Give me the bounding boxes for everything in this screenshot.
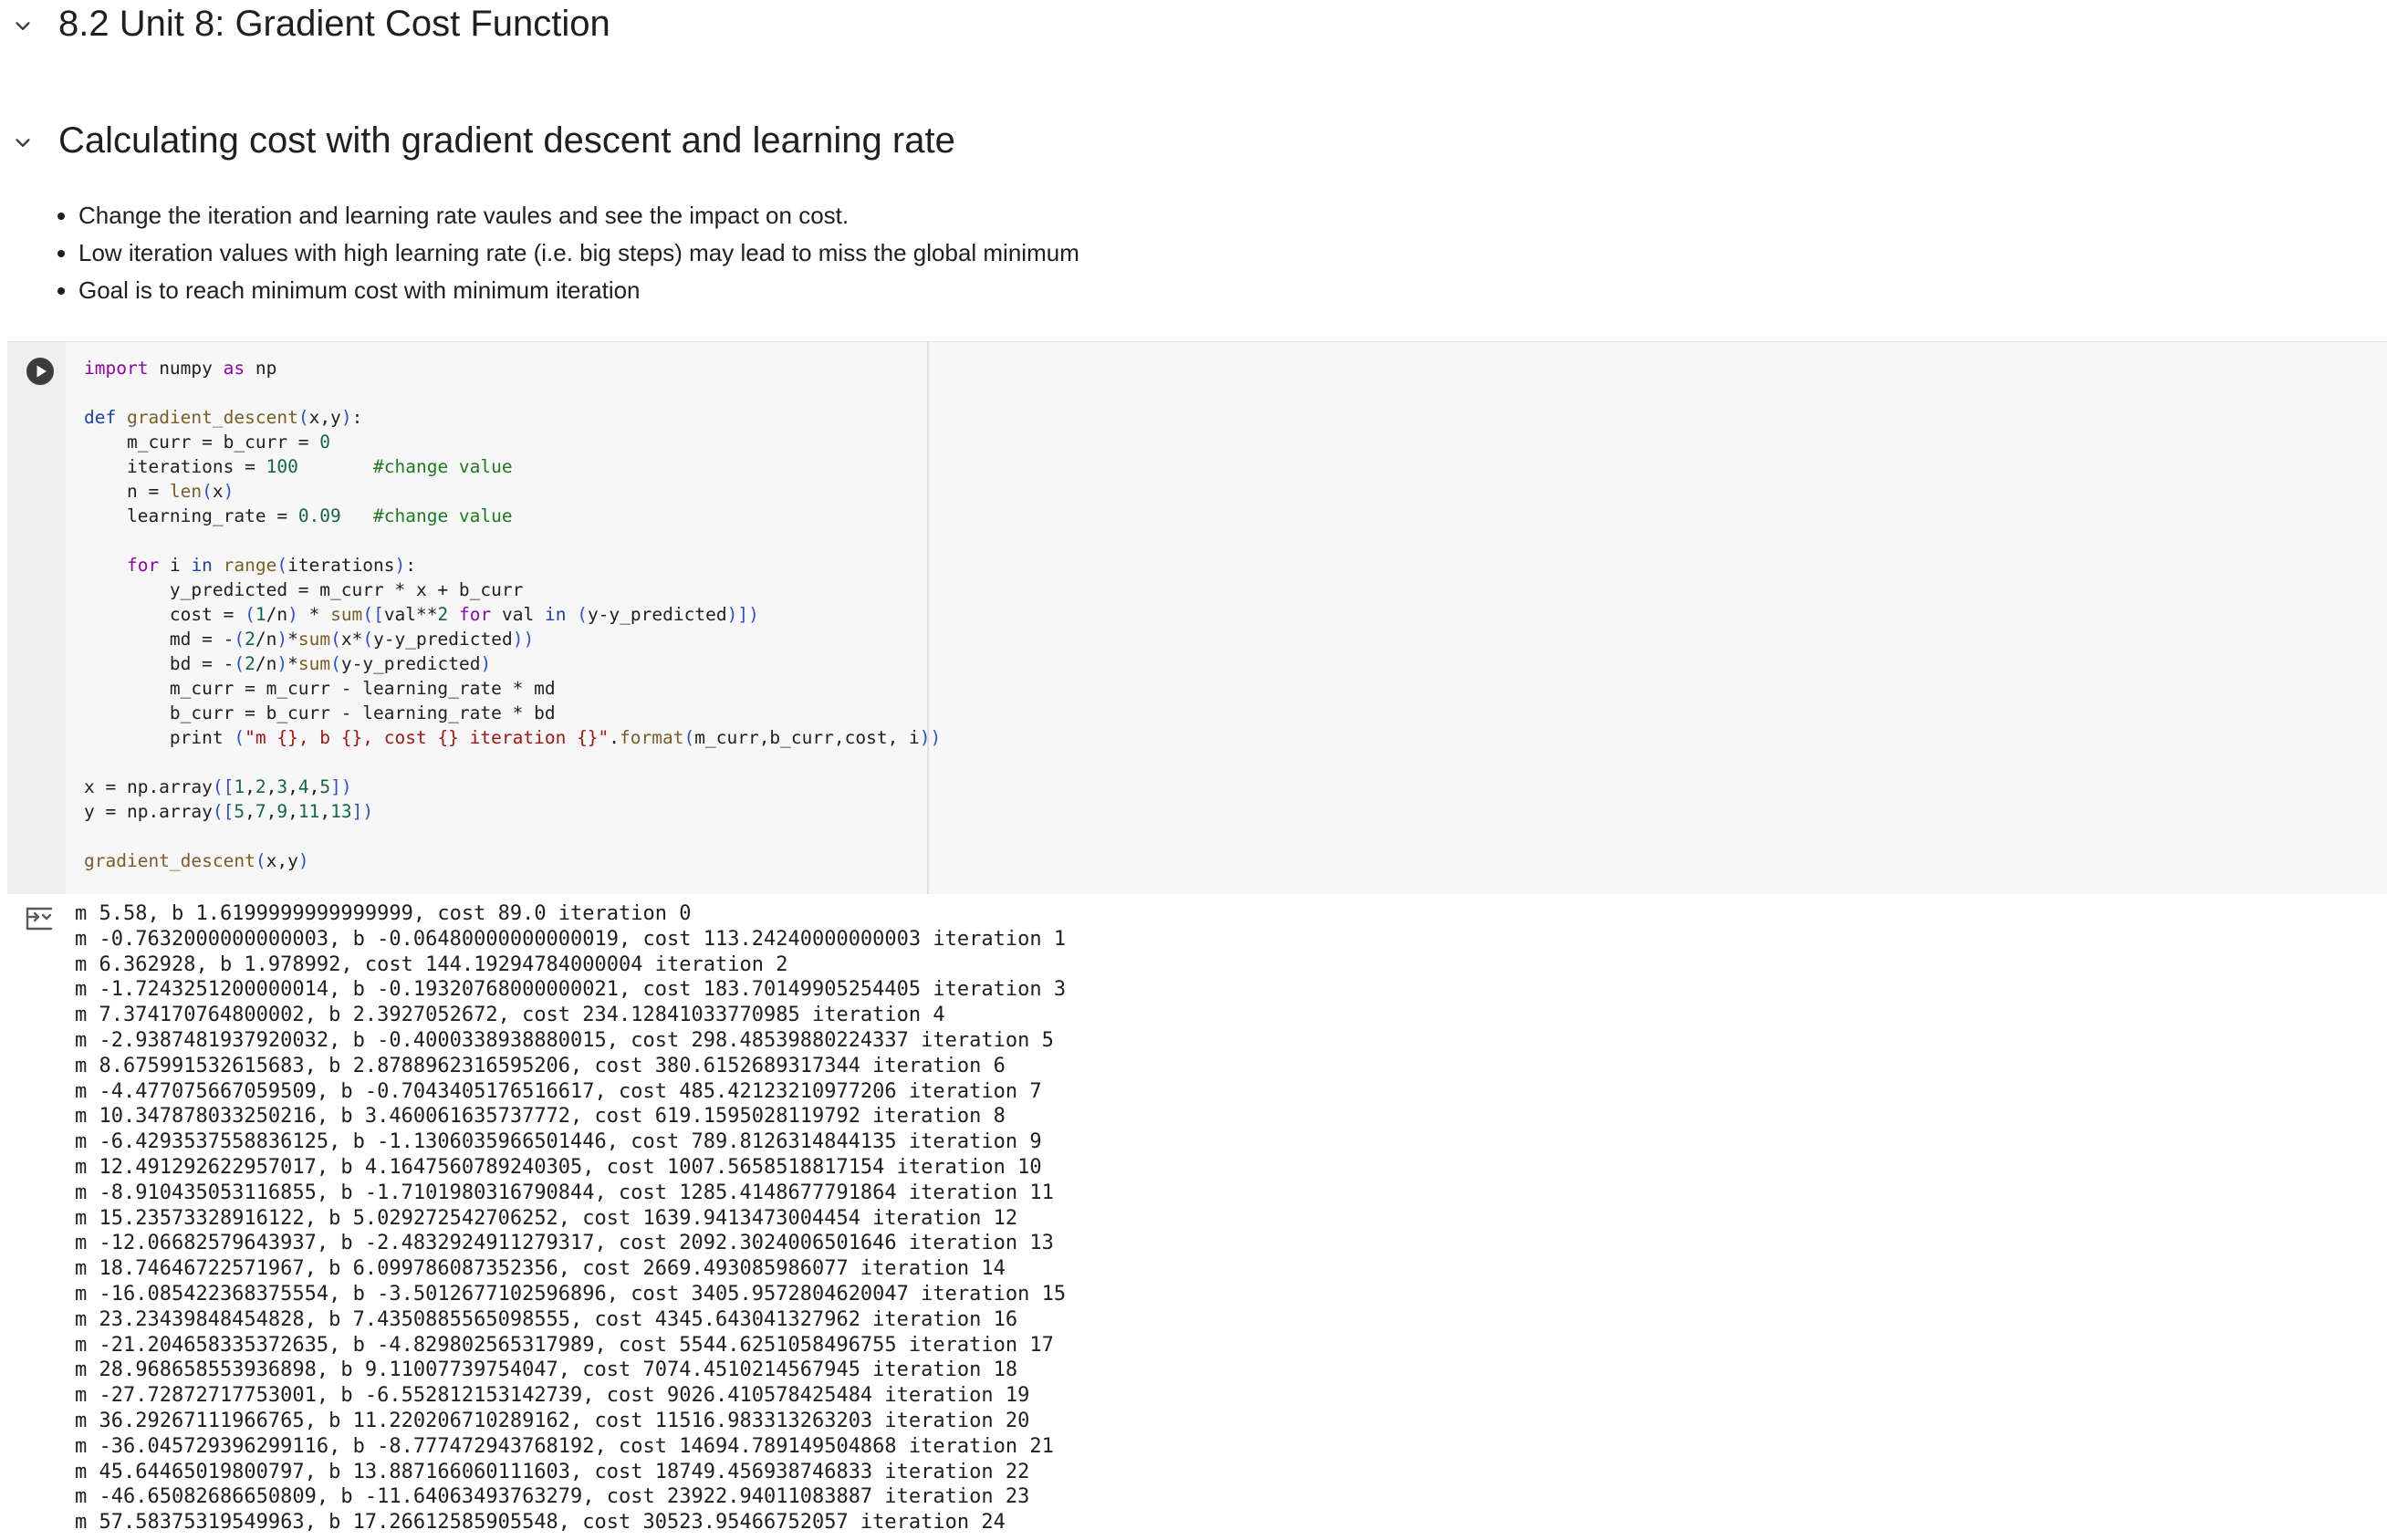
output-line: m 18.74646722571967, b 6.099786087352356… — [75, 1257, 1006, 1281]
output-line: m -46.65082686650809, b -11.640634937632… — [75, 1485, 1030, 1509]
collapse-chevron-icon[interactable] — [13, 133, 33, 153]
play-icon — [26, 358, 54, 385]
output-line: m 8.675991532615683, b 2.878896231659520… — [75, 1054, 1006, 1077]
output-line: m 6.362928, b 1.978992, cost 144.1929478… — [75, 952, 788, 976]
output-line: m 12.491292622957017, b 4.16475607892403… — [75, 1155, 1042, 1179]
output-line: m -0.7632000000000003, b -0.064800000000… — [75, 927, 1067, 951]
output-line: m -6.4293537558836125, b -1.130603596650… — [75, 1130, 1042, 1154]
output-text: m 5.58, b 1.6199999999999999, cost 89.0 … — [75, 901, 1066, 1535]
run-cell-button[interactable] — [26, 357, 55, 386]
section-header-calculating-cost: Calculating cost with gradient descent a… — [0, 117, 2387, 170]
output-actions-icon[interactable] — [24, 903, 55, 934]
section-title: Calculating cost with gradient descent a… — [58, 120, 955, 161]
output-line: m -16.085422368375554, b -3.501267710259… — [75, 1282, 1067, 1306]
code-cell[interactable]: import numpy as np def gradient_descent(… — [7, 341, 2387, 894]
output-line: m 10.347878033250216, b 3.46006163573777… — [75, 1105, 1006, 1129]
section-header-unit-8: 8.2 Unit 8: Gradient Cost Function — [0, 0, 2387, 53]
output-line: m -12.06682579643937, b -2.4832924911279… — [75, 1232, 1054, 1255]
output-line: m 15.23573328916122, b 5.029272542706252… — [75, 1206, 1018, 1230]
output-line: m 5.58, b 1.6199999999999999, cost 89.0 … — [75, 902, 692, 925]
output-line: m 57.58375319549963, b 17.26612585905548… — [75, 1511, 1006, 1535]
list-item: Change the iteration and learning rate v… — [78, 197, 1079, 234]
output-line: m -1.7243251200000014, b -0.193207680000… — [75, 978, 1067, 1002]
output-line: m -21.204658335372635, b -4.829802565317… — [75, 1333, 1054, 1357]
output-line: m -8.910435053116855, b -1.7101980316790… — [75, 1181, 1054, 1204]
output-line: m 28.968658553936898, b 9.11007739754047… — [75, 1358, 1018, 1382]
collapse-chevron-icon[interactable] — [13, 16, 33, 36]
output-line: m 23.23439848454828, b 7.435088556509855… — [75, 1307, 1018, 1331]
output-line: m 36.29267111966765, b 11.22020671028916… — [75, 1409, 1030, 1432]
output-line: m -27.72872717753001, b -6.5528121531427… — [75, 1384, 1030, 1408]
output-line: m -4.477075667059509, b -0.7043405176516… — [75, 1079, 1042, 1103]
output-line: m 45.64465019800797, b 13.88716606011160… — [75, 1460, 1030, 1483]
output-line: m -2.9387481937920032, b -0.400033893888… — [75, 1028, 1054, 1052]
section-title: 8.2 Unit 8: Gradient Cost Function — [58, 4, 610, 44]
cell-output: m 5.58, b 1.6199999999999999, cost 89.0 … — [7, 894, 2387, 1540]
notes-bullet-list: Change the iteration and learning rate v… — [44, 197, 1079, 309]
list-item: Goal is to reach minimum cost with minim… — [78, 272, 1079, 309]
code-text[interactable]: import numpy as np def gradient_descent(… — [84, 356, 941, 873]
output-line: m 7.374170764800002, b 2.3927052672, cos… — [75, 1004, 945, 1027]
list-item: Low iteration values with high learning … — [78, 234, 1079, 272]
code-editor[interactable]: import numpy as np def gradient_descent(… — [66, 342, 941, 894]
output-line: m -36.045729396299116, b -8.777472943768… — [75, 1434, 1054, 1458]
cell-gutter — [7, 342, 66, 894]
